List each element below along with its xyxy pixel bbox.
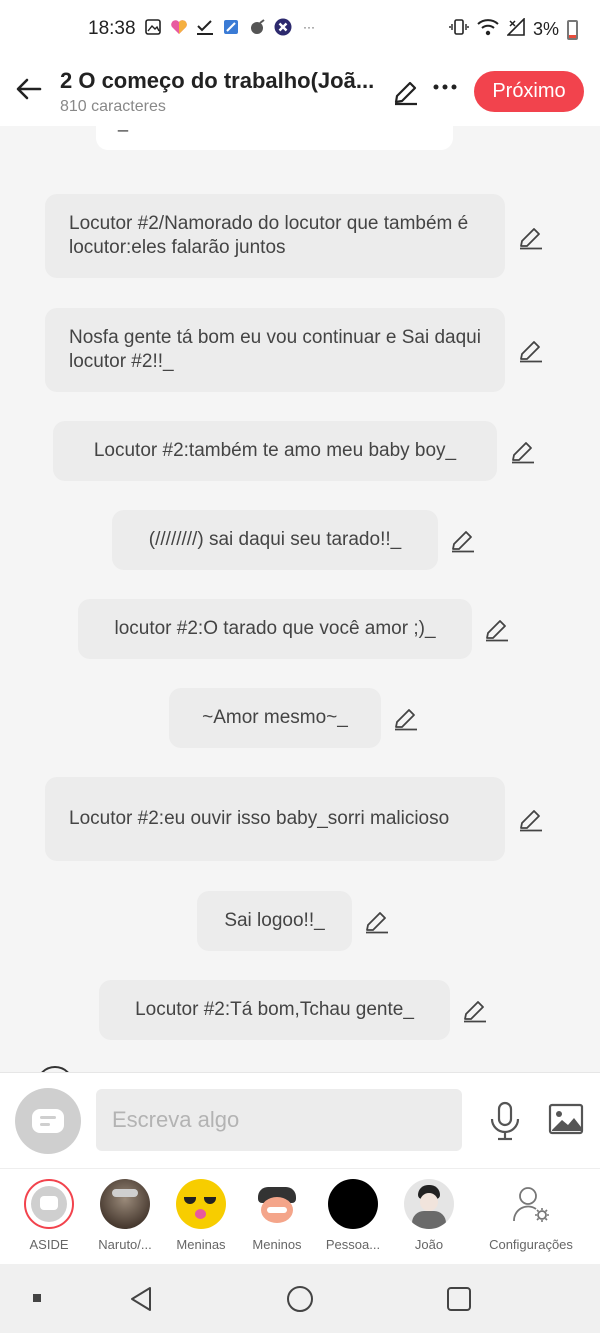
notification-icons: ···	[144, 18, 318, 36]
system-status: 3%	[449, 17, 578, 41]
battery-icon	[567, 19, 578, 40]
arrow-left-icon	[16, 78, 42, 100]
system-nav-bar	[0, 1264, 600, 1333]
edit-message-icon[interactable]	[393, 705, 419, 731]
character-label: Pessoa...	[325, 1237, 381, 1252]
more-options-button[interactable]	[430, 74, 460, 104]
message-bubble[interactable]: Locutor #2/Namorado do locutor que també…	[45, 194, 505, 278]
more-icon	[433, 84, 457, 90]
message-bubble[interactable]: Nosfa gente tá bom eu vou continuar e Sa…	[45, 308, 505, 392]
home-nav-icon[interactable]	[286, 1285, 314, 1313]
message-text: Locutor #2:eu ouvir isso baby_sorri mali…	[69, 808, 450, 829]
message-text: _	[118, 126, 128, 133]
character-label: ASIDE	[29, 1237, 69, 1252]
edit-message-icon[interactable]	[518, 337, 544, 363]
message-bubble[interactable]: (////////) sai daqui seu tarado!!_	[112, 510, 438, 570]
message-bubble[interactable]: Locutor #2:Tá bom,Tchau gente_	[99, 980, 450, 1040]
pencil-icon	[394, 81, 417, 106]
message-bubble-partial[interactable]: _	[96, 126, 453, 150]
character-bar: ASIDE Naruto/... Meninas Meninos Pessoa.…	[0, 1168, 600, 1264]
chat-bubble-button[interactable]	[15, 1088, 81, 1154]
status-time: 18:38	[88, 18, 136, 39]
message-bubble[interactable]: ~Amor mesmo~_	[169, 688, 381, 748]
microphone-button[interactable]	[488, 1101, 522, 1141]
edit-message-icon[interactable]	[462, 997, 488, 1023]
message-bubble[interactable]: Locutor #2:também te amo meu baby boy_	[53, 421, 497, 481]
message-text: Locutor #2:também te amo meu baby boy_	[93, 440, 457, 461]
back-nav-icon[interactable]	[128, 1285, 154, 1313]
next-button[interactable]: Próximo	[474, 71, 584, 112]
message-input[interactable]	[96, 1089, 462, 1151]
recents-nav-icon[interactable]	[446, 1286, 472, 1312]
edit-message-icon[interactable]	[484, 616, 510, 642]
image-button[interactable]	[548, 1103, 586, 1137]
no-signal-icon	[506, 17, 525, 41]
image-icon	[548, 1103, 584, 1135]
x-app-icon	[274, 18, 292, 36]
character-label: Naruto/...	[98, 1237, 152, 1252]
avatar	[252, 1179, 302, 1229]
message-bubble[interactable]: Locutor #2:eu ouvir isso baby_sorri mali…	[45, 777, 505, 861]
heart-app-icon	[170, 18, 188, 36]
settings-button[interactable]: Configurações	[480, 1179, 582, 1252]
avatar	[328, 1179, 378, 1229]
character-meninas[interactable]: Meninas	[161, 1179, 241, 1252]
app-icon-2	[248, 18, 266, 36]
message-text: ~Amor mesmo~_	[202, 707, 348, 728]
app-icon	[222, 18, 240, 36]
character-count: 810 caracteres	[60, 98, 166, 115]
microphone-icon	[490, 1101, 520, 1141]
avatar	[404, 1179, 454, 1229]
edit-message-icon[interactable]	[364, 908, 390, 934]
character-label: Configurações	[489, 1237, 573, 1252]
editor-header: 2 O começo do trabalho(Joã... 810 caract…	[0, 58, 600, 126]
wifi-icon	[477, 18, 499, 41]
edit-title-button[interactable]	[392, 78, 420, 106]
vibrate-icon	[449, 18, 469, 41]
character-pessoa[interactable]: Pessoa...	[313, 1179, 393, 1252]
message-bubble[interactable]: Sai logoo!!_	[197, 891, 352, 951]
character-meninos[interactable]: Meninos	[237, 1179, 317, 1252]
character-label: Meninos	[252, 1237, 302, 1252]
avatar	[100, 1179, 150, 1229]
edit-message-icon[interactable]	[450, 527, 476, 553]
message-text: Locutor #2:Tá bom,Tchau gente_	[135, 999, 414, 1020]
message-bubble[interactable]: locutor #2:O tarado que você amor ;)_	[78, 599, 472, 659]
more-notifications-icon: ···	[303, 20, 315, 34]
page-title: 2 O começo do trabalho(Joã...	[60, 68, 375, 93]
message-text: Sai logoo!!_	[224, 910, 325, 931]
character-aside[interactable]: ASIDE	[9, 1179, 89, 1252]
message-text: Locutor #2/Namorado do locutor que també…	[69, 213, 469, 258]
edit-message-icon[interactable]	[518, 224, 544, 250]
message-text: (////////) sai daqui seu tarado!!_	[148, 529, 402, 550]
avatar	[24, 1179, 74, 1229]
message-text: Nosfa gente tá bom eu vou continuar e Sa…	[69, 327, 481, 372]
edit-message-icon[interactable]	[518, 806, 544, 832]
compose-bar	[0, 1072, 600, 1168]
gallery-icon	[144, 18, 162, 36]
character-label: João	[414, 1237, 444, 1252]
chat-bubble-icon	[32, 1109, 64, 1133]
check-icon	[196, 18, 214, 36]
character-naruto[interactable]: Naruto/...	[85, 1179, 165, 1252]
back-button[interactable]	[14, 74, 46, 106]
status-bar: 18:38 ··· 3%	[0, 0, 600, 58]
character-label: Meninas	[176, 1237, 226, 1252]
battery-percent: 3%	[532, 19, 559, 39]
message-text: locutor #2:O tarado que você amor ;)_	[114, 618, 436, 639]
avatar	[176, 1179, 226, 1229]
message-list: _ Locutor #2/Namorado do locutor que tam…	[0, 126, 600, 1072]
settings-user-icon	[506, 1179, 556, 1229]
menu-square-icon[interactable]	[32, 1293, 42, 1303]
edit-message-icon[interactable]	[510, 438, 536, 464]
character-joao[interactable]: João	[389, 1179, 469, 1252]
